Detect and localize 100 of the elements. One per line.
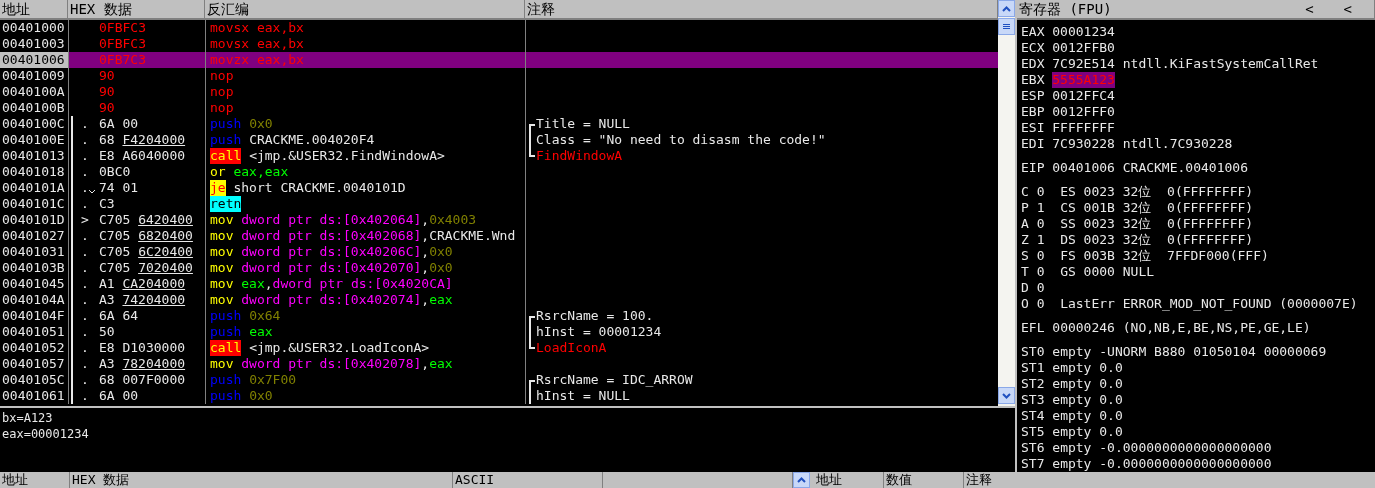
hex-bytes: A1: [99, 276, 115, 292]
panel-arrow-button[interactable]: <: [1305, 0, 1314, 20]
hex-bytes: C705: [99, 212, 131, 228]
mnemonic: mov: [210, 244, 234, 260]
register-line: ST7 empty -0.0000000000000000000: [1021, 456, 1273, 472]
register-name: EBP: [1021, 104, 1045, 120]
jump-mark: .: [81, 340, 89, 356]
register-name: ECX: [1021, 40, 1045, 56]
hex-operand: D1030000: [122, 340, 186, 356]
register-info: CRACKME.00401006: [1122, 160, 1248, 176]
hex-bytes: 68: [99, 372, 115, 388]
hex-bytes: 74: [99, 180, 115, 196]
scroll-up-icon[interactable]: [998, 0, 1015, 17]
register-value[interactable]: 0012FFF0: [1052, 104, 1115, 120]
column-header[interactable]: 反汇编: [205, 0, 525, 20]
jump-mark: .: [81, 324, 89, 340]
hex-bytes: 68: [99, 132, 115, 148]
register-line: D 0: [1021, 280, 1046, 296]
register-value[interactable]: 7C92E514: [1052, 56, 1115, 72]
disassembly-cell: mov dword ptr ds:[0x402078],eax: [205, 356, 525, 372]
hex-bytes: E8: [99, 148, 115, 164]
hex-bytes: 6A: [99, 116, 115, 132]
disassembly-cell: call <jmp.&USER32.LoadIconA>: [205, 340, 525, 356]
jump-mark: .: [81, 116, 89, 132]
mnemonic: call: [210, 148, 242, 164]
register-line: S 0 FS 003B 32位 7FFDF000(FFF): [1021, 248, 1270, 264]
register-name: EDI: [1021, 136, 1045, 152]
hex-bytes: 6A: [99, 388, 115, 404]
mnemonic: mov: [210, 276, 234, 292]
register-line: ST2 empty 0.0: [1021, 376, 1124, 392]
disassembly-cell: push 0x64: [205, 308, 525, 324]
hex-operand: 00: [122, 388, 139, 404]
hex-operand: F4204000: [122, 132, 186, 148]
hex-operand: CA204000: [122, 276, 186, 292]
address-cell[interactable]: 00401006: [0, 52, 68, 68]
jump-mark: .: [81, 356, 89, 372]
register-line: ST5 empty 0.0: [1021, 424, 1124, 440]
register-line: Z 1 DS 0023 32位 0(FFFFFFFF): [1021, 232, 1255, 248]
disassembly-cell: mov dword ptr ds:[0x402074],eax: [205, 292, 525, 308]
mnemonic: nop: [210, 100, 234, 116]
disassembly-cell: mov dword ptr ds:[0x40206C],0x0: [205, 244, 525, 260]
register-value[interactable]: 0012FFB0: [1052, 40, 1115, 56]
register-value[interactable]: 00001234: [1052, 24, 1115, 40]
hex-bytes: 90: [99, 100, 115, 116]
comment-text: hInst = 00001234: [536, 324, 662, 340]
comment-text: RsrcName = IDC_ARROW: [536, 372, 693, 388]
hex-operand: 6420400: [138, 212, 193, 228]
register-name: ESP: [1021, 88, 1045, 104]
comment-text: LoadIconA: [536, 340, 607, 356]
comment-text: Title = NULL: [536, 116, 630, 132]
register-line: A 0 SS 0023 32位 0(FFFFFFFF): [1021, 216, 1255, 232]
scrollbar[interactable]: [998, 0, 1015, 406]
hex-bytes: 50: [99, 324, 115, 340]
panel-title: 寄存器 (FPU): [1019, 0, 1112, 19]
disassembly-cell: push 0x7F00: [205, 372, 525, 388]
disassembly-cell: movsx eax,bx: [205, 20, 525, 36]
hex-operand: 78204000: [122, 356, 186, 372]
column-header[interactable]: 数值: [884, 472, 964, 488]
jump-mark: .: [81, 388, 89, 404]
column-header[interactable]: 注释: [525, 0, 998, 20]
mnemonic: nop: [210, 84, 234, 100]
scroll-down-icon[interactable]: [998, 387, 1015, 404]
hex-operand: 74204000: [122, 292, 186, 308]
panel-arrow-button[interactable]: <: [1343, 0, 1352, 20]
jump-mark: .: [81, 260, 89, 276]
register-line: ST3 empty 0.0: [1021, 392, 1124, 408]
hex-bytes: 90: [99, 68, 115, 84]
column-header[interactable]: 地址: [0, 472, 70, 488]
hex-operand: 6820400: [138, 228, 193, 244]
hex-bytes: 0FBFC3: [99, 20, 146, 36]
hex-operand: 7020400: [138, 260, 193, 276]
disassembly-cell: call <jmp.&USER32.FindWindowA>: [205, 148, 525, 164]
hex-bytes: C705: [99, 244, 131, 260]
hex-bytes: 90: [99, 84, 115, 100]
register-value[interactable]: FFFFFFFF: [1052, 120, 1115, 136]
scroll-up-icon[interactable]: [793, 472, 810, 488]
register-line: T 0 GS 0000 NULL: [1021, 264, 1156, 280]
scroll-thumb[interactable]: [998, 18, 1015, 35]
info-line: bx=A123: [2, 410, 54, 426]
jump-mark: .: [81, 276, 89, 292]
column-header[interactable]: ASCII: [453, 472, 603, 488]
hex-operand: 01: [122, 180, 139, 196]
comment-text: hInst = NULL: [536, 388, 630, 404]
mnemonic: retn: [210, 196, 242, 212]
column-header[interactable]: HEX 数据: [70, 472, 453, 488]
jump-mark: .: [81, 228, 89, 244]
register-value[interactable]: 0012FFC4: [1052, 88, 1115, 104]
column-header[interactable]: 地址: [814, 472, 884, 488]
register-line: C 0 ES 0023 32位 0(FFFFFFFF): [1021, 184, 1255, 200]
mnemonic: nop: [210, 68, 234, 84]
jump-mark: .: [81, 244, 89, 260]
column-header[interactable]: HEX 数据: [68, 0, 205, 20]
register-line: EFL 00000246 (NO,NB,E,BE,NS,PE,GE,LE): [1021, 320, 1312, 336]
mnemonic: push: [210, 372, 242, 388]
hex-operand: 00: [122, 116, 139, 132]
column-header[interactable]: 地址: [0, 0, 68, 20]
register-value[interactable]: 7C930228: [1052, 136, 1115, 152]
jump-mark: .: [81, 308, 89, 324]
register-value[interactable]: 00401006: [1052, 160, 1115, 176]
jump-mark: .: [81, 164, 89, 180]
